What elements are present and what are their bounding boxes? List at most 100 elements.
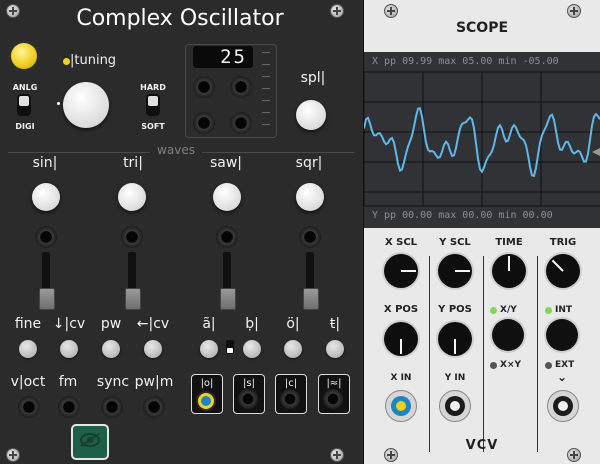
display-jack-1[interactable] <box>193 76 215 98</box>
spl-knob[interactable] <box>296 100 326 130</box>
yellow-light-button[interactable] <box>11 43 37 69</box>
saw-knob[interactable] <box>213 183 241 211</box>
x-in-label: X IN <box>390 373 412 383</box>
x-pos-label: X POS <box>383 304 419 315</box>
screw-icon <box>330 4 344 18</box>
x-scl-knob[interactable] <box>384 254 418 288</box>
sqr-knob[interactable] <box>296 183 324 211</box>
rack: Complex Oscillator |tuning ANLG DIGI HAR… <box>0 0 600 464</box>
output-saw-label: |s| <box>243 378 255 389</box>
sqr-slider-handle[interactable] <box>303 288 319 310</box>
output-tri-jack[interactable] <box>280 389 300 409</box>
tri-cv-jack[interactable] <box>121 226 143 248</box>
anlg-label: ANLG <box>12 83 38 92</box>
column-divider <box>483 256 484 452</box>
sin-knob[interactable] <box>32 183 60 211</box>
column-divider <box>429 256 430 452</box>
y-scl-label: Y SCL <box>439 237 471 248</box>
glyph-a-label: ã| <box>202 316 216 332</box>
int-label: INT <box>555 305 573 315</box>
anlg-digi-switch[interactable] <box>17 94 31 116</box>
y-scl-knob[interactable] <box>438 254 472 288</box>
output-tri-label: |c| <box>284 378 298 389</box>
y-pos-knob[interactable] <box>438 322 472 356</box>
screw-icon <box>567 448 581 462</box>
fine-cv-knob[interactable] <box>60 340 78 358</box>
numeric-display: 25 <box>193 46 253 68</box>
voct-jack[interactable] <box>18 396 40 418</box>
mini-switch[interactable] <box>226 340 234 354</box>
y-in-label: Y IN <box>444 373 466 383</box>
soft-label: SOFT <box>141 122 165 131</box>
pwm-jack[interactable] <box>143 396 165 418</box>
fine-knob[interactable] <box>19 340 37 358</box>
saw-cv-jack[interactable] <box>216 226 238 248</box>
complex-oscillator-module: Complex Oscillator |tuning ANLG DIGI HAR… <box>0 0 364 464</box>
digi-label: DIGI <box>15 122 35 131</box>
sqr-label: sqr| <box>295 155 323 171</box>
time-label: TIME <box>495 237 523 248</box>
module-title: Complex Oscillator <box>76 6 284 31</box>
x-in-jack[interactable] <box>385 390 417 422</box>
scope-graph <box>364 71 600 207</box>
pw-knob[interactable] <box>102 340 120 358</box>
tuning-knob[interactable] <box>57 82 109 128</box>
output-saw-jack[interactable] <box>238 389 258 409</box>
y-pos-label: Y POS <box>438 304 472 315</box>
xxy-label: X×Y <box>500 360 521 370</box>
sin-cv-jack[interactable] <box>35 226 57 248</box>
voct-label: v|oct <box>10 374 46 390</box>
y-in-jack[interactable] <box>439 390 471 422</box>
logo-icon <box>80 433 100 447</box>
output-sqr-jack[interactable] <box>323 389 343 409</box>
fm-jack[interactable] <box>58 396 80 418</box>
display-jack-4[interactable] <box>230 112 252 134</box>
glyph-t-label: ŧ| <box>329 316 341 332</box>
screw-icon <box>6 4 20 18</box>
sync-jack[interactable] <box>101 396 123 418</box>
fine-cv-label: ↓|cv <box>52 316 86 332</box>
glyph-b-knob[interactable] <box>243 340 261 358</box>
tri-label: tri| <box>123 155 143 171</box>
xy-led <box>490 307 497 314</box>
trig-knob[interactable] <box>546 254 580 288</box>
hard-soft-switch[interactable] <box>146 94 160 116</box>
ext-led <box>545 362 552 369</box>
display-value: 25 <box>220 46 247 68</box>
output-sin-box[interactable]: |o| <box>191 374 223 414</box>
saw-slider-handle[interactable] <box>220 288 236 310</box>
trigger-source-button[interactable] <box>546 319 578 351</box>
x-pos-knob[interactable] <box>384 322 418 356</box>
logo-button[interactable] <box>71 424 109 460</box>
tri-knob[interactable] <box>118 183 146 211</box>
int-led <box>545 307 552 314</box>
output-saw-box[interactable]: |s| <box>233 374 265 414</box>
xy-mode-button[interactable] <box>492 319 524 351</box>
x-scl-label: X SCL <box>384 237 418 248</box>
trigger-marker-icon <box>592 148 600 156</box>
pw-cv-knob[interactable] <box>144 340 162 358</box>
sin-slider-handle[interactable] <box>39 288 55 310</box>
trig-label: TRIG <box>549 237 577 248</box>
output-tri-box[interactable]: |c| <box>275 374 307 414</box>
scope-module: SCOPE X pp 09.99 max 05.00 min -05.00 Y … <box>364 0 600 464</box>
display-jack-2[interactable] <box>230 76 252 98</box>
power-light-bezel <box>8 40 40 72</box>
sqr-cv-jack[interactable] <box>299 226 321 248</box>
glyph-o-knob[interactable] <box>284 340 302 358</box>
sync-label: sync <box>96 374 130 390</box>
tri-slider-handle[interactable] <box>125 288 141 310</box>
screw-icon <box>330 448 344 462</box>
time-knob[interactable] <box>492 254 526 288</box>
glyph-t-knob[interactable] <box>326 340 344 358</box>
pwm-label: pw|m <box>134 374 174 390</box>
display-jack-3[interactable] <box>193 112 215 134</box>
pw-cv-label: ←|cv <box>136 316 170 332</box>
glyph-a-knob[interactable] <box>200 340 218 358</box>
xy-label: X/Y <box>500 305 517 315</box>
output-sqr-box[interactable]: |≈| <box>318 374 350 414</box>
screw-icon <box>384 448 398 462</box>
fine-label: fine <box>14 316 42 332</box>
output-sin-jack[interactable] <box>196 391 216 411</box>
trig-in-jack[interactable] <box>547 390 579 422</box>
